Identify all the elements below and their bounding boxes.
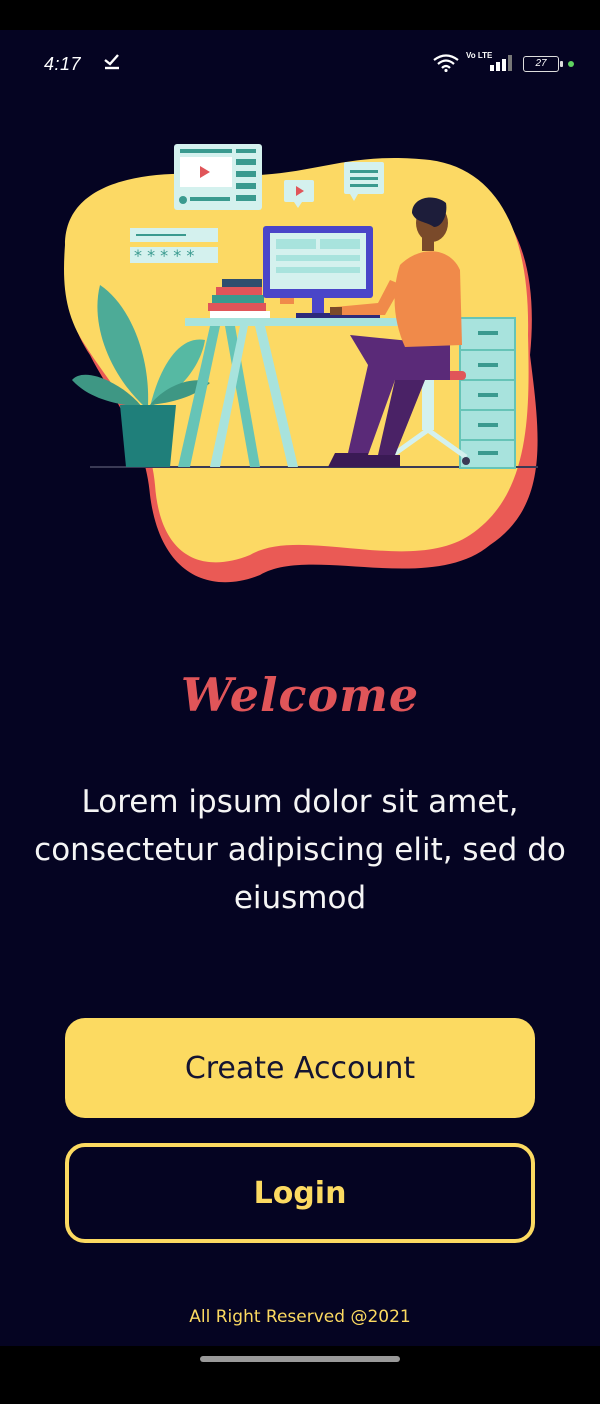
- welcome-title: Welcome: [180, 668, 420, 722]
- battery-icon: 27: [523, 56, 563, 72]
- login-button[interactable]: Login: [65, 1143, 535, 1243]
- charging-dot: [568, 61, 574, 67]
- svg-text:* * * * *: * * * * *: [134, 246, 194, 265]
- status-time: 4:17: [44, 54, 82, 74]
- home-indicator[interactable]: [200, 1356, 400, 1362]
- top-black-bar: [0, 0, 600, 30]
- footer-copyright: All Right Reserved @2021: [189, 1307, 411, 1327]
- welcome-description: Lorem ipsum dolor sit amet, consectetur …: [34, 784, 566, 916]
- wifi-icon: [433, 54, 459, 77]
- navigation-bar: [0, 1346, 600, 1404]
- check-icon: [103, 52, 121, 75]
- volte-icon: Vo LTE: [466, 51, 493, 60]
- hero-illustration: * * * * *: [50, 135, 550, 595]
- create-account-button[interactable]: Create Account: [65, 1018, 535, 1118]
- status-bar: 4:17 Vo LTE 27: [0, 30, 600, 90]
- signal-icon: [490, 55, 512, 76]
